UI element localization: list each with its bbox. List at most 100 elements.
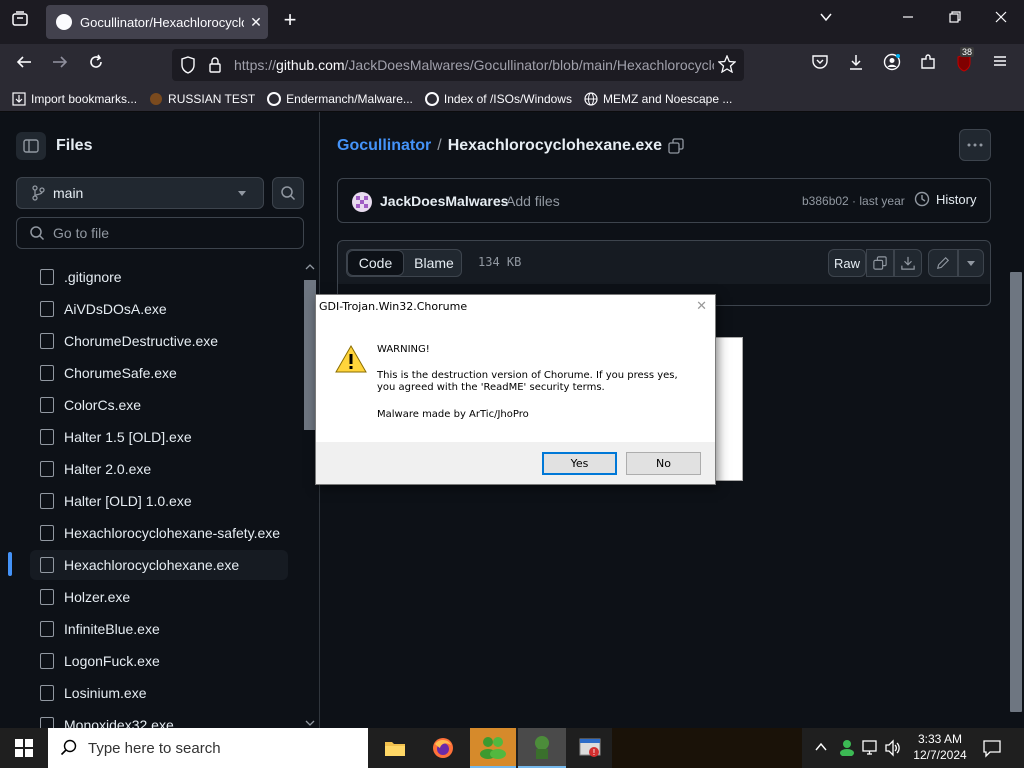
download-icon[interactable] xyxy=(844,53,868,77)
avatar[interactable] xyxy=(352,192,372,212)
file-tree-item[interactable]: Halter 2.0.exe xyxy=(30,454,288,484)
dialog-close-icon[interactable]: ✕ xyxy=(696,299,707,314)
tray-user-icon[interactable] xyxy=(838,738,856,761)
bookmark-memz[interactable]: MEMZ and Noescape ... xyxy=(584,92,732,106)
windows-icon xyxy=(15,739,33,757)
extensions-icon[interactable] xyxy=(916,53,940,77)
account-icon[interactable] xyxy=(880,53,904,77)
page-scroll-thumb[interactable] xyxy=(1010,272,1022,712)
bookmark-russian-test[interactable]: RUSSIAN TEST xyxy=(149,92,255,106)
file-tree-item-label: Halter 2.0.exe xyxy=(64,461,152,477)
browser-nav-bar: https://github.com/JackDoesMalwares/Gocu… xyxy=(0,44,1024,86)
taskbar-app-firefox[interactable] xyxy=(422,728,464,768)
file-tree-item[interactable]: LogonFuck.exe xyxy=(30,646,288,676)
bookmark-star-icon[interactable] xyxy=(717,54,737,76)
no-button[interactable]: No xyxy=(626,452,701,475)
new-tab-icon[interactable]: + xyxy=(278,9,302,34)
browser-tab[interactable]: Gocullinator/Hexachlorocyclohe ✕ xyxy=(46,5,268,39)
file-tree-item[interactable]: Holzer.exe xyxy=(30,582,288,612)
chevron-down-icon[interactable] xyxy=(814,10,838,34)
url-bar[interactable]: https://github.com/JackDoesMalwares/Gocu… xyxy=(172,49,744,81)
page-scrollbar[interactable] xyxy=(1008,112,1024,728)
taskbar-app-active-1[interactable] xyxy=(470,728,516,768)
start-button[interactable] xyxy=(0,728,48,768)
shield-icon[interactable] xyxy=(180,56,196,77)
pocket-icon[interactable] xyxy=(808,53,832,77)
close-window-icon[interactable] xyxy=(989,10,1013,34)
tab-code[interactable]: Code xyxy=(347,250,404,276)
tab-overview-icon[interactable] xyxy=(8,10,32,34)
clock[interactable]: 3:33 AM 12/7/2024 xyxy=(908,731,972,763)
more-options-button[interactable] xyxy=(959,129,991,161)
notification-icon xyxy=(983,740,1001,758)
history-icon xyxy=(914,191,930,207)
firefox-icon xyxy=(433,738,453,758)
file-tree-item[interactable]: .gitignore xyxy=(30,262,288,292)
file-icon xyxy=(40,653,54,669)
clock-date: 12/7/2024 xyxy=(913,748,967,762)
breadcrumb-separator: / xyxy=(437,137,442,154)
notifications-button[interactable] xyxy=(982,738,1002,763)
file-tree-item-label: AiVDsDOsA.exe xyxy=(64,301,167,317)
file-tree-item-label: Hexachlorocyclohexane-safety.exe xyxy=(64,525,281,541)
ublock-icon[interactable]: 38 xyxy=(952,47,976,77)
volume-icon[interactable] xyxy=(884,739,902,762)
branch-selector[interactable]: main xyxy=(16,177,264,209)
taskbar-search[interactable]: Type here to search xyxy=(48,728,368,768)
search-icon xyxy=(281,186,296,201)
caret-down-icon xyxy=(238,191,246,196)
taskbar-app-error[interactable]: ! xyxy=(570,728,612,768)
close-tab-icon[interactable]: ✕ xyxy=(244,14,268,31)
copy-path-icon[interactable] xyxy=(668,138,684,154)
download-raw-button[interactable] xyxy=(894,249,922,277)
file-tree-item[interactable]: Halter 1.5 [OLD].exe xyxy=(30,422,288,452)
taskbar-app-active-2[interactable] xyxy=(518,728,566,768)
commit-message[interactable]: Add files xyxy=(506,193,560,209)
back-icon[interactable] xyxy=(12,53,36,77)
reload-icon[interactable] xyxy=(84,53,108,77)
people-icon xyxy=(480,737,506,759)
file-tree-item[interactable]: ChorumeSafe.exe xyxy=(30,358,288,388)
file-tree-item[interactable]: ChorumeDestructive.exe xyxy=(30,326,288,356)
copy-raw-button[interactable] xyxy=(866,249,894,277)
bookmarks-bar: Import bookmarks... RUSSIAN TEST Enderma… xyxy=(0,86,1024,112)
scroll-down-icon[interactable] xyxy=(304,718,316,728)
edit-button[interactable] xyxy=(928,249,958,277)
file-tree-item[interactable]: Losinium.exe xyxy=(30,678,288,708)
file-tree-item[interactable]: ColorCs.exe xyxy=(30,390,288,420)
go-to-file-input[interactable]: Go to file xyxy=(16,217,304,249)
taskbar-app-explorer[interactable] xyxy=(374,728,416,768)
file-icon xyxy=(40,301,54,317)
bookmark-import[interactable]: Import bookmarks... xyxy=(12,92,137,106)
menu-icon[interactable] xyxy=(988,53,1012,77)
file-tree-item[interactable]: Halter [OLD] 1.0.exe xyxy=(30,486,288,516)
scroll-up-icon[interactable] xyxy=(304,262,316,272)
search-icon xyxy=(30,226,45,241)
bookmark-endermanch[interactable]: Endermanch/Malware... xyxy=(267,91,413,106)
bookmark-isos[interactable]: Index of /ISOs/Windows xyxy=(424,91,572,106)
history-button[interactable]: History xyxy=(914,191,976,207)
file-tree-item[interactable]: InfiniteBlue.exe xyxy=(30,614,288,644)
forward-icon[interactable] xyxy=(48,53,72,77)
dialog-footer: Yes No xyxy=(316,442,715,484)
file-tree-item[interactable]: Hexachlorocyclohexane.exe xyxy=(30,550,288,580)
yes-button[interactable]: Yes xyxy=(542,452,617,475)
file-tree-item-label: InfiniteBlue.exe xyxy=(64,621,160,637)
lock-icon[interactable] xyxy=(208,56,222,77)
repo-link[interactable]: Gocullinator xyxy=(337,137,431,155)
edit-dropdown-button[interactable] xyxy=(958,249,984,277)
network-icon[interactable] xyxy=(862,739,880,762)
raw-button[interactable]: Raw xyxy=(828,249,866,277)
github-icon xyxy=(56,14,72,30)
minimize-icon[interactable] xyxy=(896,10,920,34)
restore-icon[interactable] xyxy=(943,10,967,34)
commit-info[interactable]: b386b02 · last year xyxy=(802,194,905,208)
tab-blame[interactable]: Blame xyxy=(405,250,463,276)
sidebar-collapse-button[interactable] xyxy=(16,132,46,160)
file-tree-item[interactable]: Hexachlorocyclohexane-safety.exe xyxy=(30,518,288,548)
warning-icon xyxy=(335,344,367,377)
search-files-button[interactable] xyxy=(272,177,304,209)
show-hidden-icons[interactable] xyxy=(814,740,828,759)
commit-author[interactable]: JackDoesMalwares xyxy=(380,193,508,209)
file-tree-item[interactable]: AiVDsDOsA.exe xyxy=(30,294,288,324)
